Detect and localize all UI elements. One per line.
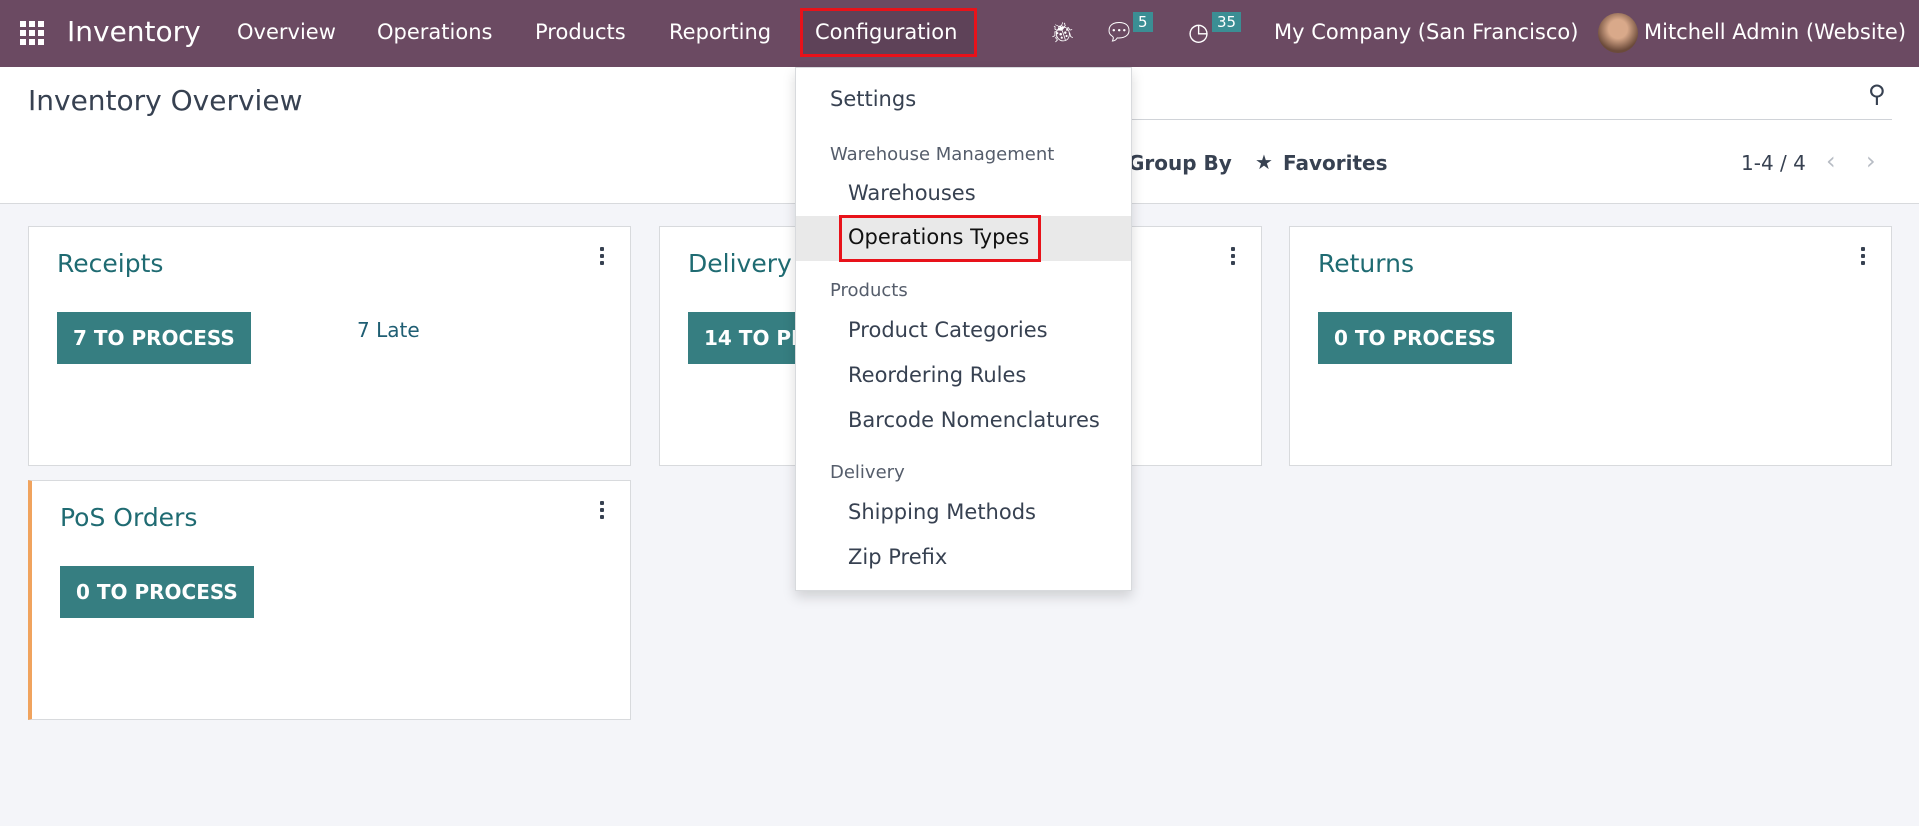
menu-configuration[interactable]: Configuration (815, 0, 957, 67)
card-returns: Returns 0 TO PROCESS (1289, 226, 1892, 466)
favorites-button[interactable]: Favorites (1283, 151, 1388, 175)
star-icon: ★ (1255, 150, 1273, 174)
card-receipts: Receipts 7 TO PROCESS 7 Late (28, 226, 631, 466)
clock-icon[interactable]: ◷ (1188, 0, 1209, 67)
pager-value[interactable]: 1-4 / 4 (1741, 151, 1806, 175)
late-link[interactable]: 7 Late (357, 318, 420, 342)
kebab-menu-icon[interactable] (1861, 247, 1865, 268)
section-header-delivery: Delivery (830, 462, 905, 483)
menu-overview[interactable]: Overview (237, 0, 336, 67)
menu-item-operations-types[interactable]: Operations Types (848, 225, 1029, 249)
page-title: Inventory Overview (28, 84, 303, 117)
bug-icon[interactable]: 🐞︎ (1050, 0, 1075, 67)
section-header-warehouse: Warehouse Management (830, 144, 1055, 165)
card-title[interactable]: Delivery (688, 249, 792, 278)
kebab-menu-icon[interactable] (1231, 247, 1235, 268)
app-grid-icon[interactable] (20, 21, 44, 45)
menu-item-zip-prefix[interactable]: Zip Prefix (848, 545, 947, 569)
card-title[interactable]: PoS Orders (60, 503, 197, 532)
configuration-dropdown: Settings Warehouse Management Warehouses… (795, 67, 1132, 591)
user-menu[interactable]: Mitchell Admin (Website) (1644, 0, 1906, 67)
card-pos-orders: PoS Orders 0 TO PROCESS (28, 480, 631, 720)
menu-products[interactable]: Products (535, 0, 626, 67)
kebab-menu-icon[interactable] (600, 247, 604, 268)
menu-item-warehouses[interactable]: Warehouses (848, 181, 976, 205)
menu-item-reordering-rules[interactable]: Reordering Rules (848, 363, 1026, 387)
menu-item-barcode-nomenclatures[interactable]: Barcode Nomenclatures (848, 408, 1100, 432)
menu-item-shipping-methods[interactable]: Shipping Methods (848, 500, 1036, 524)
chevron-right-icon[interactable]: › (1866, 147, 1876, 175)
avatar[interactable] (1598, 13, 1638, 53)
chevron-left-icon[interactable]: ‹ (1826, 147, 1836, 175)
section-header-products: Products (830, 280, 908, 301)
group-by-button[interactable]: Group By (1128, 151, 1232, 175)
menu-item-product-categories[interactable]: Product Categories (848, 318, 1048, 342)
to-process-button[interactable]: 0 TO PROCESS (1318, 312, 1512, 364)
app-name[interactable]: Inventory (67, 0, 201, 67)
search-icon[interactable]: ⚲ (1868, 80, 1886, 108)
card-title[interactable]: Receipts (57, 249, 163, 278)
messages-badge: 5 (1133, 12, 1153, 32)
menu-item-settings[interactable]: Settings (830, 87, 916, 111)
search-input[interactable] (1131, 119, 1892, 120)
card-title[interactable]: Returns (1318, 249, 1414, 278)
company-switcher[interactable]: My Company (San Francisco) (1274, 0, 1578, 67)
to-process-button[interactable]: 7 TO PROCESS (57, 312, 251, 364)
top-navbar: Inventory Overview Operations Products R… (0, 0, 1919, 67)
menu-operations[interactable]: Operations (377, 0, 492, 67)
activities-badge: 35 (1212, 12, 1242, 32)
to-process-button[interactable]: 0 TO PROCESS (60, 566, 254, 618)
menu-reporting[interactable]: Reporting (669, 0, 771, 67)
chat-icon[interactable]: 💬︎ (1104, 0, 1134, 67)
kebab-menu-icon[interactable] (600, 501, 604, 522)
